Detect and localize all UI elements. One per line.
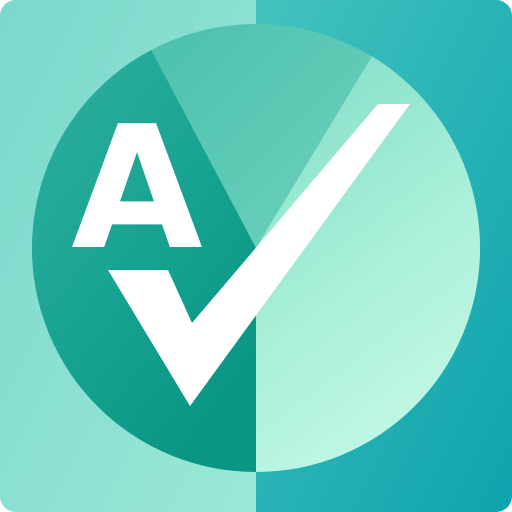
letter-a-glyph: A (71, 90, 203, 288)
letter-a: A (71, 90, 203, 288)
app-icon-graphic: A (0, 0, 512, 512)
app-icon: A (0, 0, 512, 512)
